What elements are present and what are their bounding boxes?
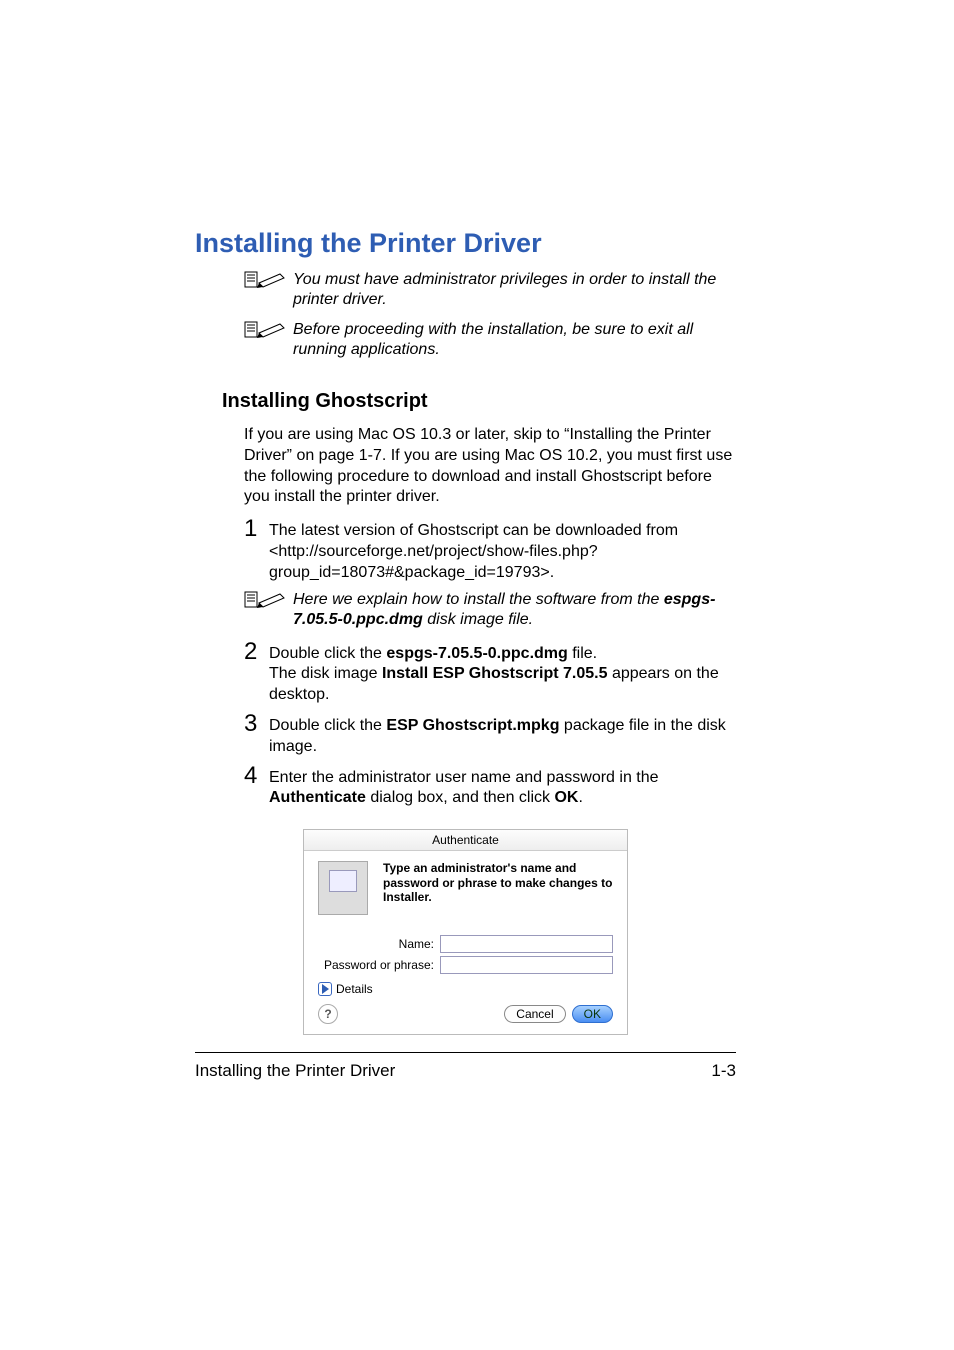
password-field[interactable]: [440, 956, 613, 974]
details-label: Details: [336, 982, 373, 996]
help-button[interactable]: ?: [318, 1004, 338, 1024]
dialog-title: Authenticate: [304, 830, 627, 851]
step-1: 1 The latest version of Ghostscript can …: [244, 517, 736, 583]
note-text: You must have administrator privileges i…: [293, 270, 736, 310]
step-body: Double click the ESP Ghostscript.mpkg pa…: [269, 712, 736, 758]
name-row: Name:: [318, 935, 613, 953]
dialog-prompt: Type an administrator's name and passwor…: [383, 861, 613, 904]
disclosure-triangle-icon: [318, 982, 332, 996]
step-body: Double click the espgs-7.05.5-0.ppc.dmg …: [269, 640, 736, 706]
step-4: 4 Enter the administrator user name and …: [244, 764, 736, 810]
page-title: Installing the Printer Driver: [195, 228, 736, 259]
note-exit-apps: Before proceeding with the installation,…: [244, 320, 736, 360]
note-icon: [244, 590, 287, 609]
password-row: Password or phrase:: [318, 956, 613, 974]
intro-paragraph: If you are using Mac OS 10.3 or later, s…: [244, 425, 736, 508]
step-body: Enter the administrator user name and pa…: [269, 764, 736, 810]
step-number: 1: [244, 517, 269, 541]
footer-page-number: 1-3: [711, 1061, 736, 1081]
password-label: Password or phrase:: [318, 958, 440, 972]
note-icon: [244, 270, 287, 289]
step-3: 3 Double click the ESP Ghostscript.mpkg …: [244, 712, 736, 758]
name-field[interactable]: [440, 935, 613, 953]
cancel-button[interactable]: Cancel: [504, 1005, 565, 1023]
step-body: The latest version of Ghostscript can be…: [269, 517, 736, 583]
step-2: 2 Double click the espgs-7.05.5-0.ppc.dm…: [244, 640, 736, 706]
ok-button[interactable]: OK: [572, 1005, 613, 1023]
details-disclosure[interactable]: Details: [318, 982, 613, 996]
page-footer: Installing the Printer Driver 1-3: [195, 1052, 736, 1081]
lock-icon: [318, 861, 368, 915]
footer-section-name: Installing the Printer Driver: [195, 1061, 711, 1081]
note-icon: [244, 320, 287, 339]
step-number: 4: [244, 764, 269, 788]
step-number: 2: [244, 640, 269, 664]
name-label: Name:: [318, 937, 440, 951]
note-text: Here we explain how to install the softw…: [293, 590, 736, 630]
section-title-ghostscript: Installing Ghostscript: [222, 390, 736, 413]
authenticate-dialog: Authenticate Type an administrator's nam…: [303, 829, 628, 1035]
note-install-software: Here we explain how to install the softw…: [244, 590, 736, 630]
step-number: 3: [244, 712, 269, 736]
note-admin-priv: You must have administrator privileges i…: [244, 270, 736, 310]
note-text: Before proceeding with the installation,…: [293, 320, 736, 360]
